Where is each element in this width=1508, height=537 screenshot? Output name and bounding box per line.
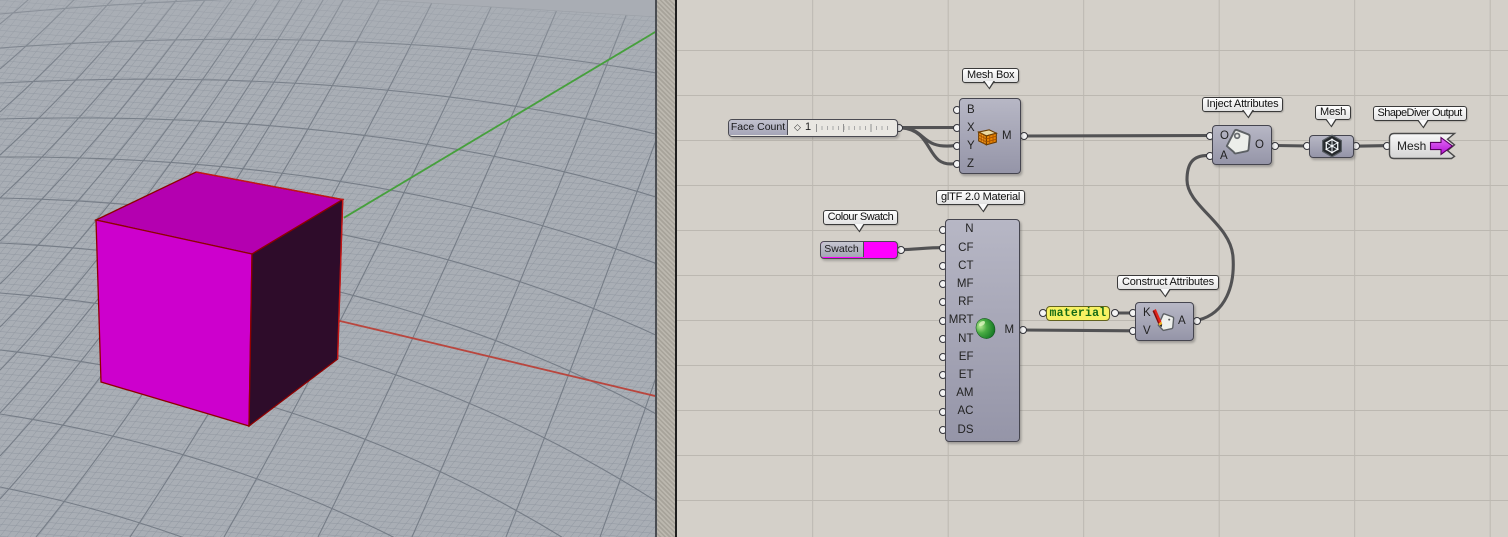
svg-text:Mesh: Mesh: [1397, 139, 1426, 153]
